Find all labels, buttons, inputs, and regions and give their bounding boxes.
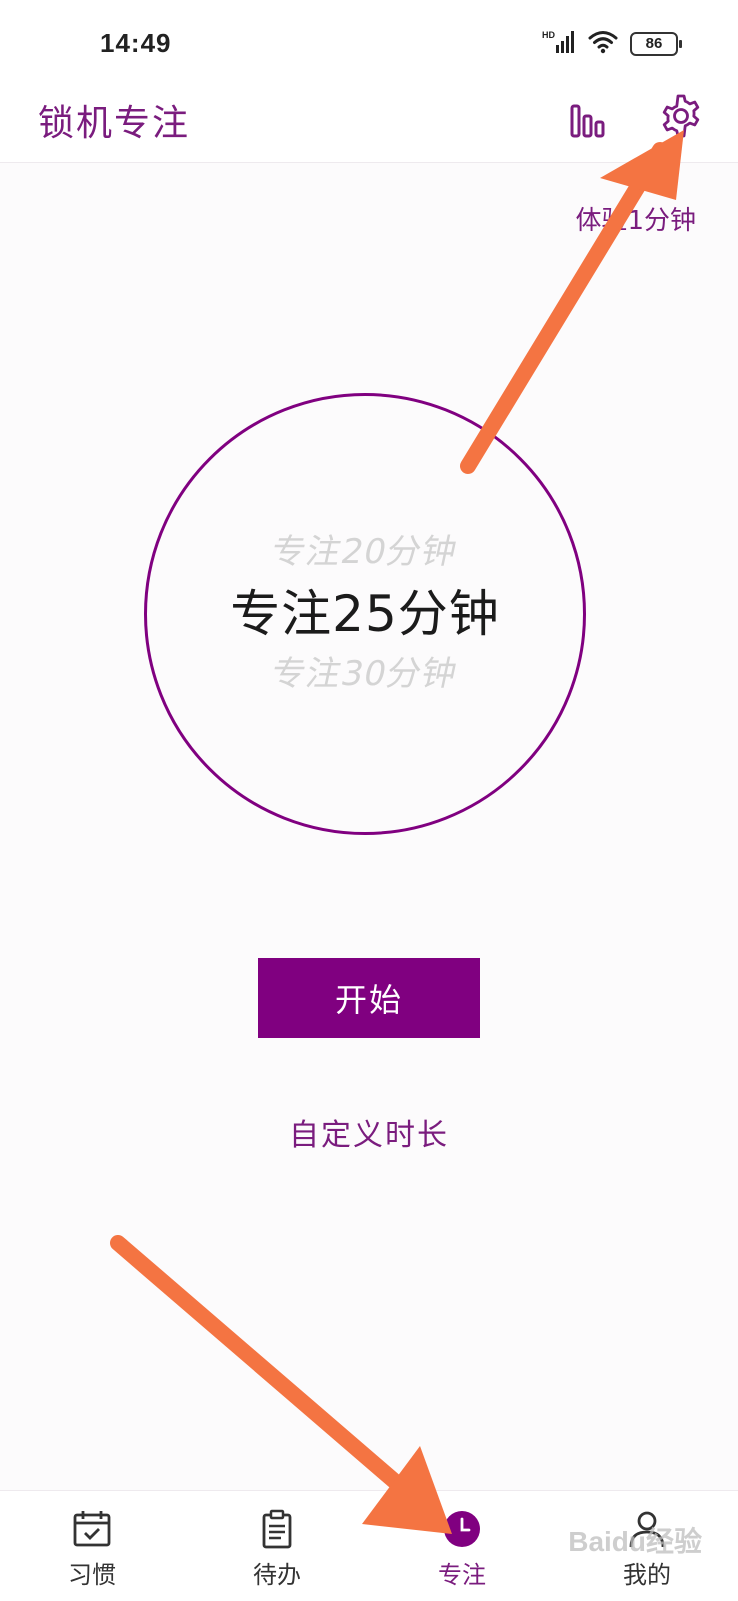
annotation-arrow-to-settings <box>460 130 684 474</box>
picker-option-next[interactable]: 专注30分钟 <box>142 646 588 695</box>
calendar-check-icon <box>73 1511 111 1547</box>
watermark: Baidu经验 <box>568 1526 702 1557</box>
battery-indicator: 86 <box>630 32 682 56</box>
status-bar: 14:49 HD 86 <box>0 0 738 88</box>
settings-button[interactable] <box>651 86 711 146</box>
nav-item-todo[interactable]: 待办 <box>207 1491 347 1601</box>
nav-label-habits: 习惯 <box>68 1561 116 1589</box>
picker-option-previous[interactable]: 专注20分钟 <box>142 524 588 573</box>
nav-item-focus[interactable]: 专注 <box>392 1491 532 1601</box>
custom-duration-link[interactable]: 自定义时长 <box>0 1110 738 1154</box>
status-time: 14:49 <box>100 28 172 58</box>
start-button[interactable]: 开始 <box>258 958 480 1038</box>
signal-icon: HD <box>542 29 576 59</box>
clipboard-icon <box>262 1509 292 1549</box>
clock-icon <box>444 1511 480 1547</box>
nav-label-focus: 专注 <box>438 1561 486 1589</box>
bar-chart-icon <box>570 104 605 138</box>
picker-option-selected[interactable]: 专注25分钟 <box>147 574 583 646</box>
status-icons: HD 86 <box>542 28 682 60</box>
nav-item-habits[interactable]: 习惯 <box>22 1491 162 1601</box>
statistics-button[interactable] <box>558 90 618 150</box>
app-bar: 锁机专注 <box>0 88 738 163</box>
gear-icon <box>662 94 700 138</box>
wifi-icon <box>588 30 618 58</box>
nav-label-todo: 待办 <box>253 1561 301 1589</box>
nav-label-mine: 我的 <box>623 1561 671 1589</box>
network-type-label: HD <box>542 30 555 40</box>
page-title: 锁机专注 <box>38 103 191 144</box>
duration-picker-circle[interactable]: 专注20分钟 专注25分钟 专注30分钟 <box>144 393 586 835</box>
trial-one-minute-link[interactable]: 体验1分钟 <box>575 200 696 237</box>
